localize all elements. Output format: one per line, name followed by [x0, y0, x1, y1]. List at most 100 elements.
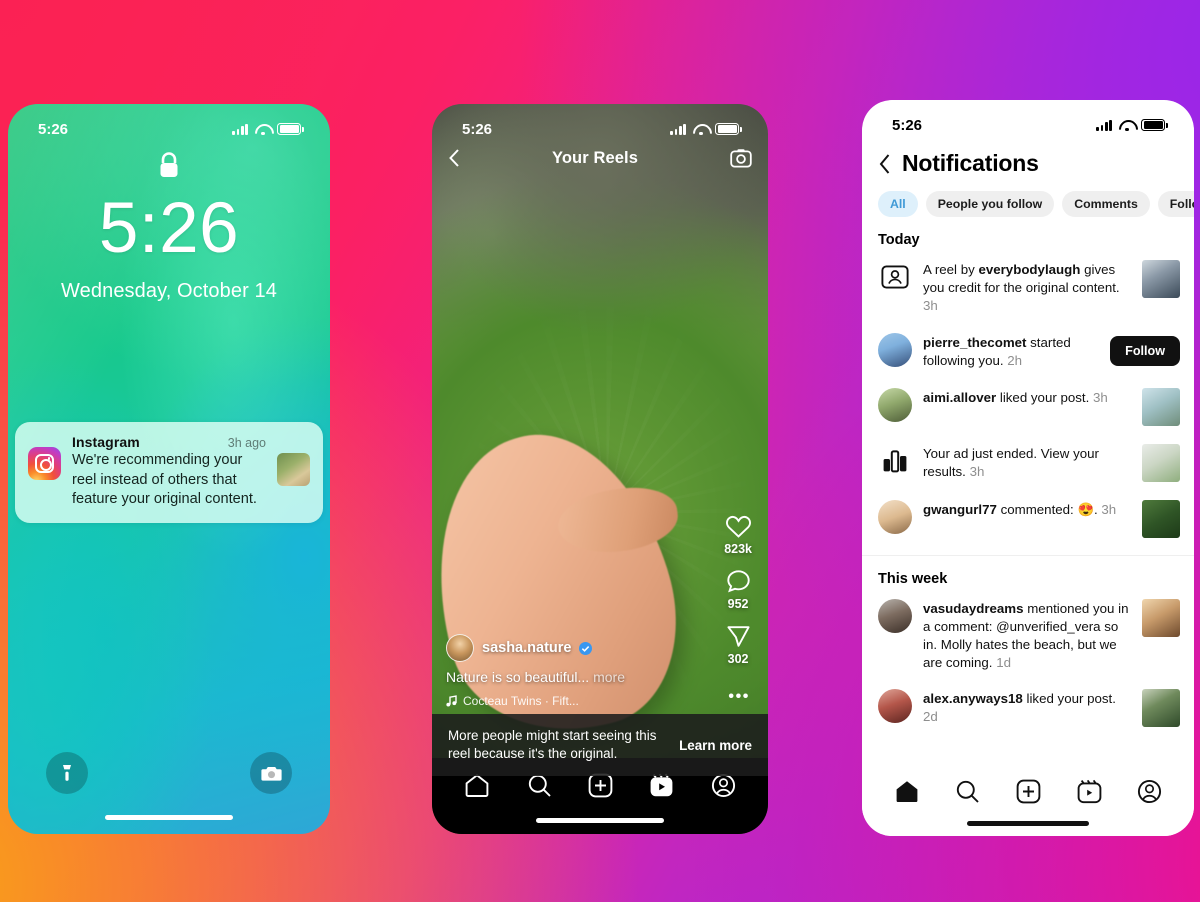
- avatar[interactable]: [878, 598, 912, 633]
- search-icon[interactable]: [527, 773, 552, 798]
- reel-credit-icon: [878, 260, 912, 294]
- home-icon[interactable]: [894, 779, 920, 804]
- create-icon[interactable]: [588, 773, 613, 798]
- post-thumbnail[interactable]: [1142, 499, 1180, 538]
- notification-text: vasudaydreams mentioned you in a comment…: [923, 600, 1129, 670]
- cellular-signal-icon: [1096, 119, 1113, 131]
- reel-audio-title: Cocteau Twins · Fift...: [463, 694, 579, 708]
- reel-caption[interactable]: Nature is so beautiful... more: [446, 669, 708, 685]
- comment-button[interactable]: 952: [726, 569, 751, 611]
- status-bar: 5:26: [8, 104, 330, 144]
- post-thumbnail[interactable]: [1142, 260, 1180, 298]
- home-indicator[interactable]: [105, 815, 233, 820]
- comment-icon: [726, 570, 750, 593]
- instagram-notification-card[interactable]: Instagram 3h ago We're recommending your…: [15, 422, 323, 523]
- status-time: 5:26: [38, 120, 69, 138]
- avatar[interactable]: [878, 387, 912, 422]
- like-button[interactable]: 823k: [724, 514, 752, 556]
- chevron-left-icon[interactable]: [448, 148, 460, 168]
- camera-button[interactable]: [250, 752, 292, 794]
- send-icon: [727, 626, 750, 647]
- reel-caption-text: Nature is so beautiful...: [446, 669, 590, 685]
- camera-icon: [260, 767, 282, 781]
- home-indicator[interactable]: [536, 818, 664, 823]
- phone-notifications: 5:26 Notifications All People you follow…: [862, 100, 1194, 836]
- original-content-banner: More people might start seeing this reel…: [432, 714, 768, 776]
- post-thumbnail[interactable]: [1142, 443, 1180, 482]
- notification-row[interactable]: pierre_thecomet started following you. 2…: [862, 324, 1194, 379]
- profile-icon[interactable]: [711, 773, 736, 798]
- status-time: 5:26: [892, 116, 923, 134]
- notification-row[interactable]: gwangurl77 commented: 😍. 3h: [862, 491, 1194, 547]
- instagram-logo-icon: [28, 447, 61, 480]
- flashlight-icon: [63, 765, 71, 781]
- notification-text: A reel by everybodylaugh gives you credi…: [923, 262, 1120, 313]
- notification-row[interactable]: aimi.allover liked your post. 3h: [862, 379, 1194, 435]
- profile-icon[interactable]: [1137, 779, 1162, 804]
- battery-icon: [715, 123, 742, 135]
- wifi-icon: [693, 124, 708, 136]
- notification-row[interactable]: alex.anyways18 liked your post. 2d: [862, 680, 1194, 736]
- notification-text: pierre_thecomet started following you. 2…: [923, 334, 1071, 368]
- reel-page-title: Your Reels: [552, 148, 638, 167]
- share-button[interactable]: 302: [726, 624, 751, 666]
- reel-author[interactable]: sasha.nature: [446, 634, 708, 662]
- notification-text: aimi.allover liked your post. 3h: [923, 389, 1108, 405]
- post-thumbnail[interactable]: [1142, 689, 1180, 728]
- phone-reel-player: 5:26 Your Reels 823k 952 302 ••• sasha.n…: [432, 104, 768, 834]
- heart-icon: [725, 515, 751, 538]
- section-title-today: Today: [878, 232, 920, 248]
- reel-username: sasha.nature: [482, 640, 572, 656]
- tab-follows[interactable]: Follows: [1157, 191, 1194, 217]
- notification-row[interactable]: Your ad just ended. View your results. 3…: [862, 435, 1194, 491]
- reels-icon[interactable]: [1077, 779, 1102, 804]
- battery-icon: [277, 123, 304, 135]
- wifi-icon: [1119, 120, 1134, 132]
- lockscreen-quick-actions: [8, 752, 330, 794]
- comment-count: 952: [727, 597, 749, 611]
- like-count: 823k: [724, 542, 752, 556]
- notification-message: We're recommending your reel instead of …: [72, 452, 257, 508]
- avatar[interactable]: [878, 689, 912, 724]
- reel-header: Your Reels: [432, 144, 768, 168]
- search-icon[interactable]: [955, 779, 980, 804]
- notification-app-name: Instagram: [72, 434, 140, 450]
- reel-audio[interactable]: Cocteau Twins · Fift...: [446, 694, 708, 708]
- battery-icon: [1141, 119, 1168, 131]
- tab-comments[interactable]: Comments: [1062, 191, 1150, 217]
- reel-metadata: sasha.nature Nature is so beautiful... m…: [446, 634, 708, 708]
- status-bar: 5:26: [862, 100, 1194, 140]
- reel-caption-more-link[interactable]: more: [593, 669, 625, 685]
- follow-button[interactable]: Follow: [1110, 336, 1180, 367]
- learn-more-button[interactable]: Learn more: [679, 738, 752, 753]
- tab-people-you-follow[interactable]: People you follow: [925, 191, 1055, 217]
- lockscreen-date: Wednesday, October 14: [61, 280, 277, 302]
- create-icon[interactable]: [1016, 779, 1041, 804]
- share-count: 302: [727, 652, 749, 666]
- reels-icon[interactable]: [649, 773, 674, 798]
- notification-text: gwangurl77 commented: 😍. 3h: [923, 501, 1117, 517]
- flashlight-button[interactable]: [46, 752, 88, 794]
- avatar[interactable]: [878, 499, 912, 534]
- cellular-signal-icon: [232, 123, 249, 135]
- reel-more-options-button[interactable]: •••: [728, 688, 750, 706]
- cellular-signal-icon: [670, 123, 687, 135]
- notification-text: Your ad just ended. View your results. 3…: [923, 445, 1099, 479]
- reel-action-bar: 823k 952 302: [724, 514, 752, 666]
- post-thumbnail[interactable]: [1142, 387, 1180, 426]
- notification-row[interactable]: vasudaydreams mentioned you in a comment…: [862, 590, 1194, 681]
- home-indicator[interactable]: [967, 821, 1089, 826]
- lockscreen-clock: 5:26: [98, 189, 240, 268]
- notification-row[interactable]: A reel by everybodylaugh gives you credi…: [862, 251, 1194, 324]
- post-thumbnail[interactable]: [1142, 598, 1180, 637]
- banner-message: More people might start seeing this reel…: [448, 728, 657, 762]
- avatar[interactable]: [878, 332, 912, 367]
- tab-all[interactable]: All: [878, 191, 918, 217]
- camera-icon[interactable]: [730, 148, 752, 168]
- section-title-this-week: This week: [878, 570, 948, 587]
- home-icon[interactable]: [464, 773, 490, 798]
- chevron-left-icon[interactable]: [878, 153, 891, 175]
- notification-text: alex.anyways18 liked your post. 2d: [923, 691, 1116, 725]
- avatar: [446, 634, 474, 662]
- lock-icon: [160, 152, 178, 177]
